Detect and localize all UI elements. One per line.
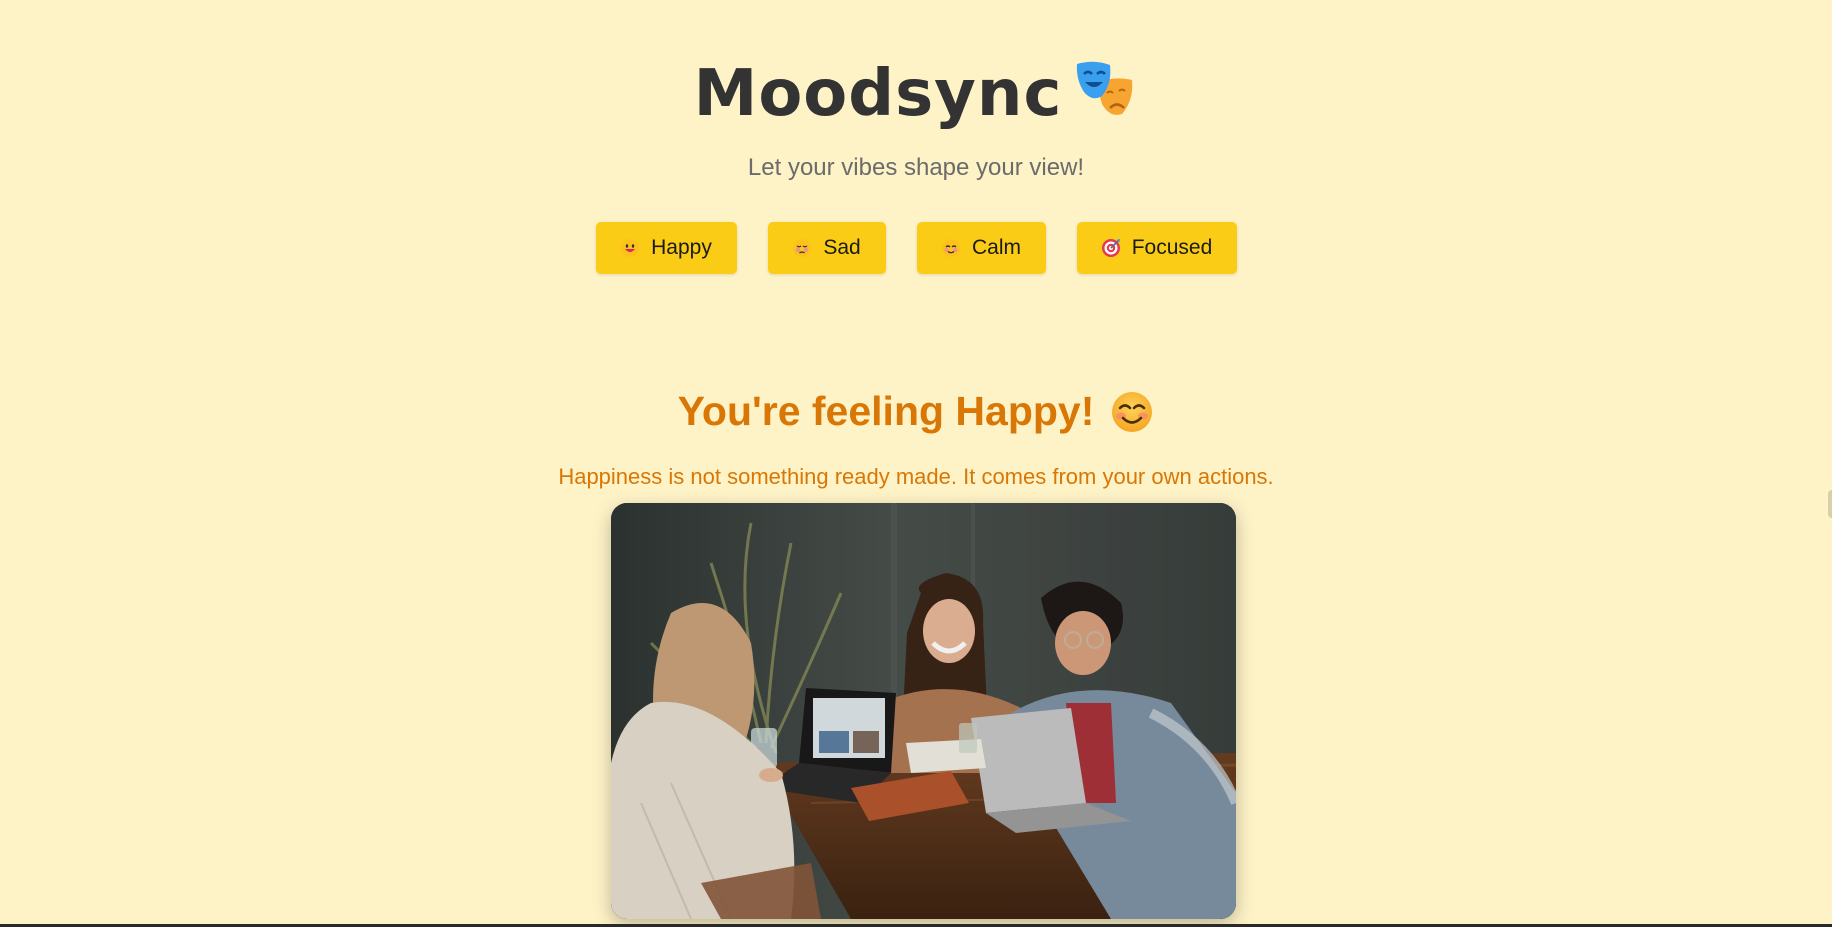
page: Moodsync Let your vibes shape your view! (0, 0, 1832, 927)
calm-mood-button[interactable]: Calm (916, 222, 1046, 274)
friends-laughing-at-table-photo (611, 503, 1236, 919)
mood-button-group: Happy Sad Calm Focused (0, 222, 1832, 274)
mood-heading-text: You're feeling Happy! (677, 388, 1095, 434)
focused-mood-label: Focused (1131, 236, 1213, 259)
sad-mood-label: Sad (823, 236, 861, 259)
theater-masks-icon (1074, 60, 1138, 124)
grinning-face-icon (620, 238, 640, 258)
scrollbar-handle[interactable] (1828, 490, 1832, 518)
calm-mood-label: Calm (971, 236, 1021, 259)
happy-mood-label: Happy (651, 236, 712, 259)
sad-face-icon (792, 238, 812, 258)
focused-mood-button[interactable]: Focused (1076, 222, 1237, 274)
relieved-face-icon (941, 238, 961, 258)
mood-heading: You're feeling Happy! (0, 388, 1832, 435)
mood-quote: Happiness is not something ready made. I… (558, 464, 1274, 489)
app-title: Moodsync (693, 57, 1063, 131)
target-icon (1101, 238, 1121, 258)
happy-mood-button[interactable]: Happy (595, 222, 737, 274)
sad-mood-button[interactable]: Sad (767, 222, 886, 274)
app-subtitle: Let your vibes shape your view! (747, 154, 1085, 181)
mood-photo (611, 503, 1236, 919)
smiling-face-icon (1110, 390, 1154, 434)
app-header: Moodsync (0, 56, 1832, 132)
